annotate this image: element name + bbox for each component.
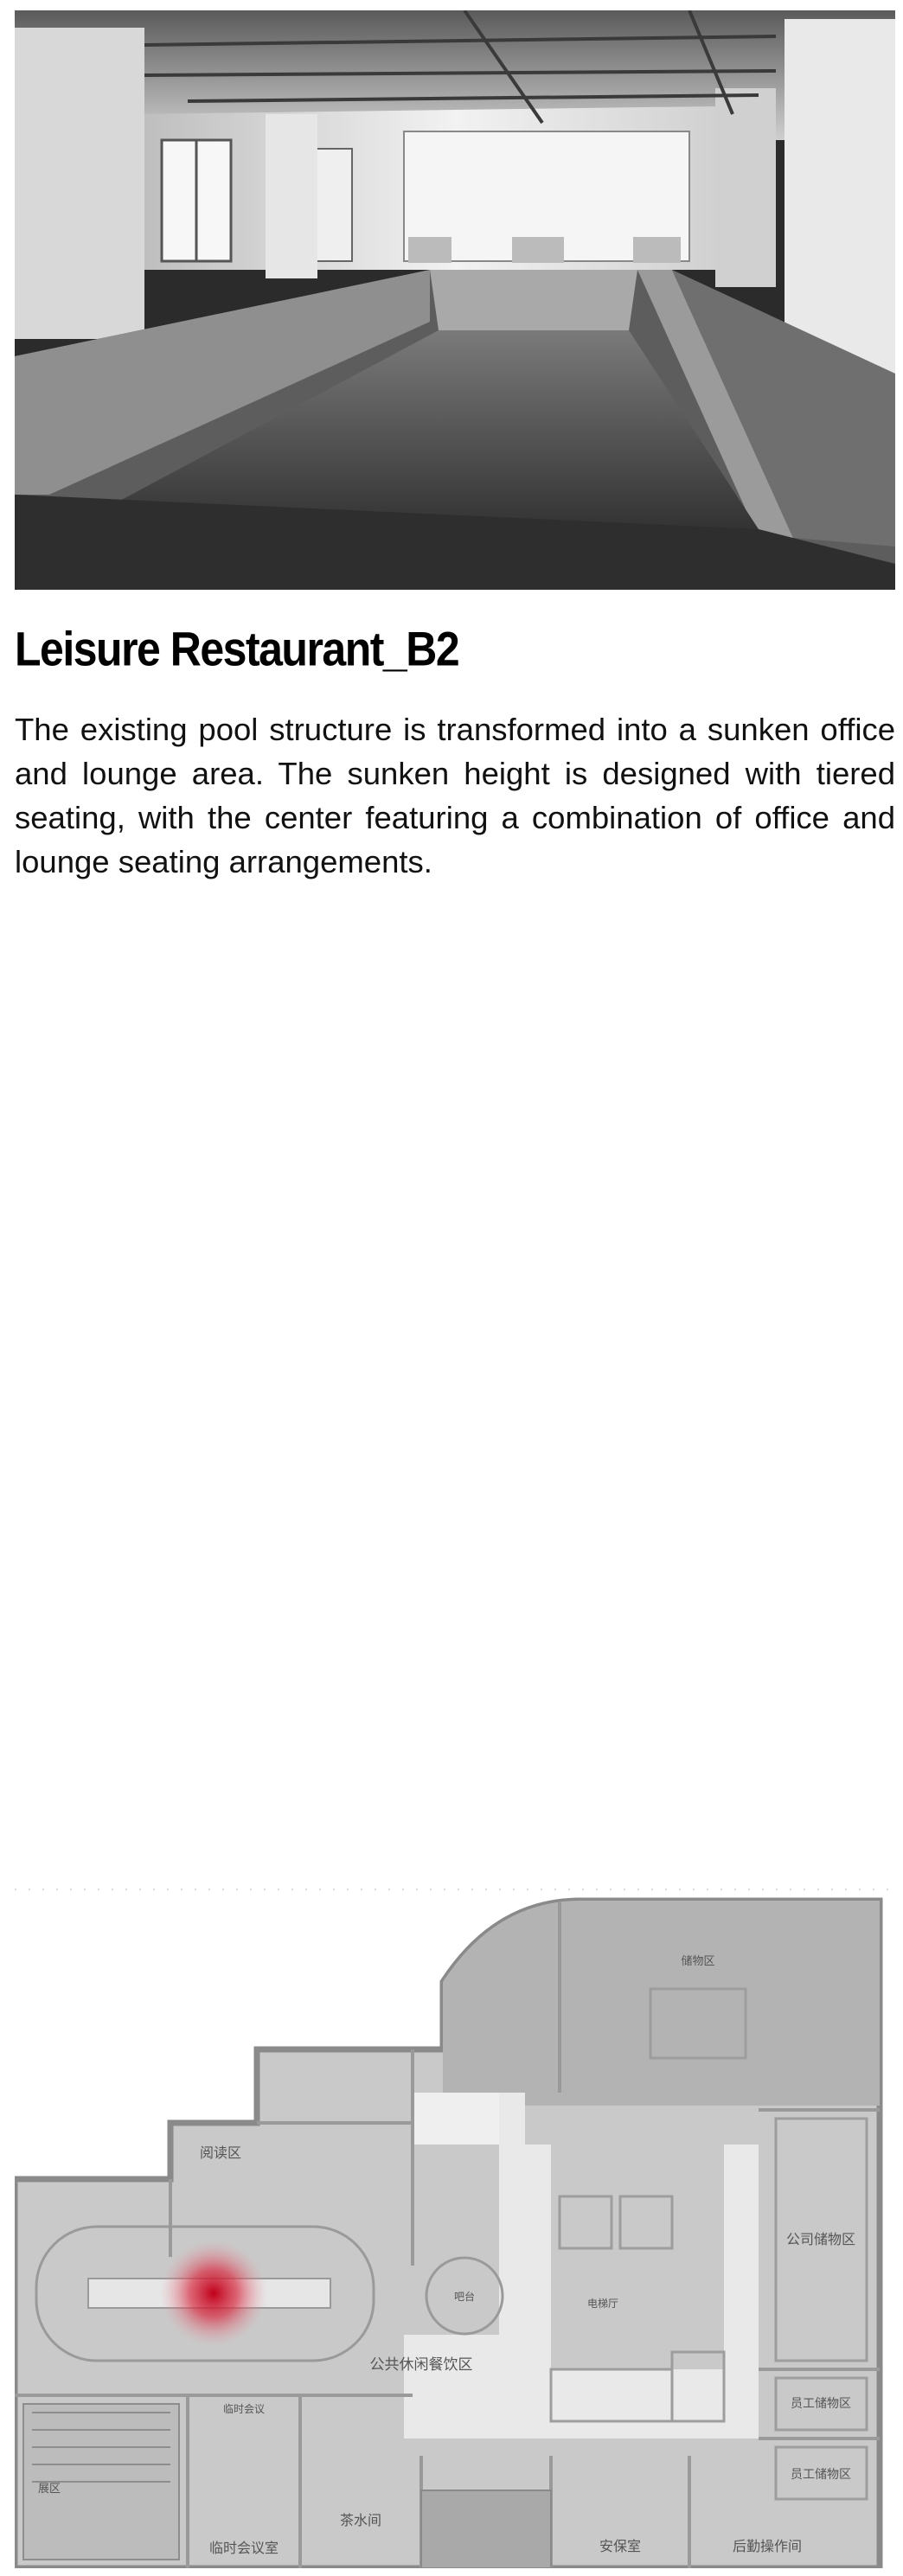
label-elevator-hall: 电梯厅 bbox=[587, 2298, 618, 2310]
label-temporary-meeting-room: 临时会议室 bbox=[209, 2541, 279, 2556]
label-temporary-meeting: 临时会议 bbox=[223, 2403, 265, 2415]
label-tea-room: 茶水间 bbox=[340, 2513, 381, 2528]
pool-photo-illustration bbox=[15, 10, 895, 590]
label-bar: 吧台 bbox=[454, 2290, 475, 2303]
label-security-room: 安保室 bbox=[599, 2539, 641, 2554]
activity-heat-spot bbox=[160, 2240, 267, 2347]
section-description: The existing pool structure is transform… bbox=[15, 712, 895, 879]
label-other: 展区 bbox=[38, 2482, 61, 2495]
label-storage-area: 储物区 bbox=[681, 1954, 714, 1967]
floor-plan: 阅读区 公共休闲餐饮区 临时会议 临时会议室 茶水间 安保室 后勤操作间 公司储… bbox=[15, 1885, 895, 2568]
section-title: Leisure Restaurant_B2 bbox=[15, 622, 460, 676]
label-public-dining: 公共休闲餐饮区 bbox=[370, 2356, 473, 2373]
label-reading-area: 阅读区 bbox=[200, 2145, 241, 2161]
label-logistics-room: 后勤操作间 bbox=[733, 2539, 802, 2554]
floor-plan-drawing: 阅读区 公共休闲餐饮区 临时会议 临时会议室 茶水间 安保室 后勤操作间 公司储… bbox=[15, 1889, 895, 2568]
label-staff-storage-2: 员工储物区 bbox=[791, 2467, 851, 2481]
existing-pool-photo bbox=[15, 10, 895, 590]
label-company-storage: 公司储物区 bbox=[786, 2232, 855, 2247]
label-staff-storage-1: 员工储物区 bbox=[791, 2396, 851, 2410]
